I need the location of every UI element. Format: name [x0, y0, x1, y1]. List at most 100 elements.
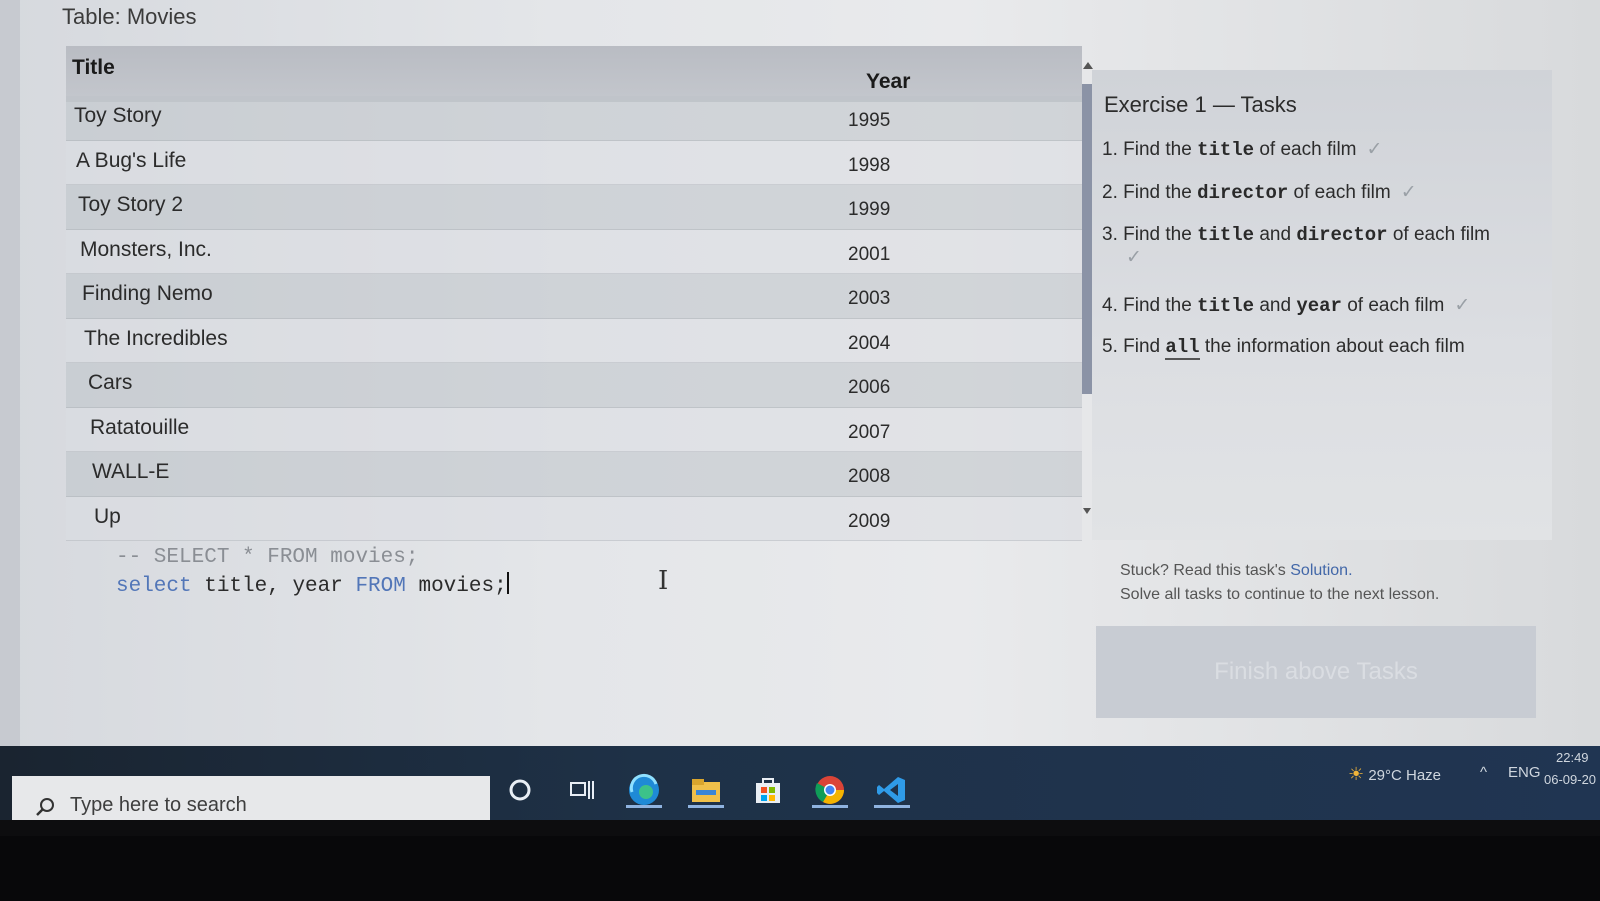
text-caret	[506, 572, 509, 594]
table-row: Up 2009	[66, 496, 1082, 541]
clock-date[interactable]: 06-09-20	[1544, 772, 1596, 787]
cortana-icon[interactable]	[498, 768, 542, 812]
task-code: year	[1296, 295, 1342, 317]
vscode-active-indicator	[874, 805, 910, 808]
task-text: of each film	[1341, 295, 1445, 316]
cell-title: Toy Story	[74, 104, 162, 127]
check-icon: ✓	[1126, 247, 1142, 268]
screen: Table: Movies Title Year Toy Story 1995 A…	[0, 0, 1600, 820]
cell-year: 1999	[848, 199, 891, 220]
task-text: and	[1254, 295, 1297, 316]
weather-text: 29°C Haze	[1368, 767, 1442, 784]
solve-hint: Solve all tasks to continue to the next …	[1120, 586, 1440, 603]
task-item: 3. Find the title and director of each f…	[1102, 224, 1490, 269]
editor-comment-line: -- SELECT * FROM movies;	[116, 546, 419, 569]
task-text: 1. Find the	[1102, 139, 1198, 160]
monitor-bezel	[0, 836, 1600, 901]
scroll-up-arrow-icon[interactable]	[1083, 62, 1093, 69]
keyword-from: FROM	[355, 575, 406, 598]
keyword-select: select	[116, 575, 192, 598]
check-icon: ✓	[1454, 295, 1471, 316]
clock-time[interactable]: 22:49	[1556, 750, 1589, 765]
task-view-icon[interactable]	[560, 768, 604, 812]
windows-taskbar: Type here to search ☀ 29°C Haze ^ ENG 22…	[0, 746, 1600, 820]
table-row: Monsters, Inc. 2001	[66, 229, 1082, 274]
scroll-down-arrow-icon[interactable]	[1083, 508, 1091, 514]
task-item: 5. Find all the information about each f…	[1102, 336, 1465, 360]
vscode-icon[interactable]	[870, 768, 914, 812]
cell-year: 2001	[848, 243, 891, 265]
query-table: movies;	[405, 575, 507, 598]
chrome-icon[interactable]	[808, 768, 852, 812]
sql-editor[interactable]: -- SELECT * FROM movies; select title, y…	[116, 546, 816, 636]
table-header: Title Year	[66, 46, 1082, 102]
tasks-title: Exercise 1 — Tasks	[1104, 92, 1297, 117]
check-icon: ✓	[1400, 182, 1417, 203]
task-item: 4. Find the title and year of each film ✓	[1102, 294, 1470, 317]
chrome-active-indicator	[812, 805, 848, 808]
file-explorer-icon[interactable]	[684, 768, 728, 812]
editor-query-line: select title, year FROM movies;	[116, 572, 509, 598]
table-row: Finding Nemo 2003	[66, 274, 1082, 319]
tray-chevron-icon[interactable]: ^	[1480, 764, 1487, 781]
cell-year: 2006	[848, 377, 891, 398]
tasks-panel: Exercise 1 — Tasks 1. Find the title of …	[1092, 70, 1552, 540]
stuck-text: Stuck? Read this task's	[1120, 562, 1291, 579]
column-header-year: Year	[866, 70, 911, 93]
table-body: Toy Story 1995 A Bug's Life 1998 Toy Story…	[66, 96, 1082, 541]
weather-widget[interactable]: ☀ 29°C Haze	[1348, 764, 1441, 785]
task-text: the information about each film	[1199, 336, 1465, 357]
taskbar-search[interactable]: Type here to search	[12, 776, 490, 820]
language-indicator[interactable]: ENG	[1508, 764, 1541, 781]
cell-year: 1995	[848, 110, 891, 131]
cell-title: Finding Nemo	[82, 282, 213, 305]
weather-icon: ☀	[1348, 764, 1365, 784]
task-item: 1. Find the title of each film ✓	[1102, 138, 1382, 161]
task-item: 2. Find the director of each film ✓	[1102, 181, 1417, 204]
page-edge	[0, 0, 20, 820]
table-row: WALL-E 2008	[66, 452, 1082, 497]
cell-year: 2004	[848, 332, 891, 354]
cell-title: Up	[94, 504, 121, 528]
task-text: and	[1254, 224, 1297, 245]
task-code: director	[1296, 224, 1388, 246]
table-row: Cars 2006	[66, 363, 1082, 408]
finish-tasks-button[interactable]: Finish above Tasks	[1096, 626, 1536, 718]
table-row: Toy Story 1995	[66, 96, 1082, 141]
cell-title: WALL-E	[92, 460, 170, 483]
task-text: 4. Find the	[1102, 295, 1198, 316]
cell-title: A Bug's Life	[76, 148, 187, 172]
edge-active-indicator	[626, 805, 662, 808]
edge-icon[interactable]	[622, 768, 666, 812]
task-text: 5. Find	[1102, 336, 1166, 357]
cell-title: The Incredibles	[84, 326, 228, 350]
table-row: The Incredibles 2004	[66, 318, 1082, 363]
cell-year: 2003	[848, 288, 891, 309]
check-icon: ✓	[1366, 139, 1383, 160]
cell-year: 2007	[848, 421, 891, 443]
task-text: 2. Find the	[1102, 182, 1198, 203]
cell-title: Ratatouille	[90, 415, 190, 439]
search-input[interactable]: Type here to search	[70, 794, 247, 817]
table-caption: Table: Movies	[62, 4, 197, 29]
task-text: of each film	[1254, 139, 1357, 160]
task-text: of each film	[1288, 182, 1391, 203]
cell-year: 1998	[848, 154, 891, 176]
cell-title: Toy Story 2	[78, 193, 184, 216]
table-row: A Bug's Life 1998	[66, 140, 1082, 185]
search-icon	[36, 798, 54, 816]
cell-year: 2009	[848, 510, 891, 532]
cell-title: Monsters, Inc.	[80, 237, 212, 261]
table-row: Ratatouille 2007	[66, 407, 1082, 452]
store-icon[interactable]	[746, 768, 790, 812]
task-code: title	[1197, 224, 1255, 246]
task-code: director	[1197, 182, 1289, 204]
task-text: of each film	[1387, 224, 1490, 245]
query-columns: title, year	[191, 575, 356, 598]
movies-table: Title Year Toy Story 1995 A Bug's Life 199…	[66, 46, 1082, 541]
task-text: 3. Find the	[1102, 224, 1198, 245]
solution-link[interactable]: Solution.	[1290, 562, 1352, 579]
table-row: Toy Story 2 1999	[66, 185, 1082, 230]
column-header-title: Title	[72, 56, 115, 79]
cell-year: 2008	[848, 466, 891, 487]
